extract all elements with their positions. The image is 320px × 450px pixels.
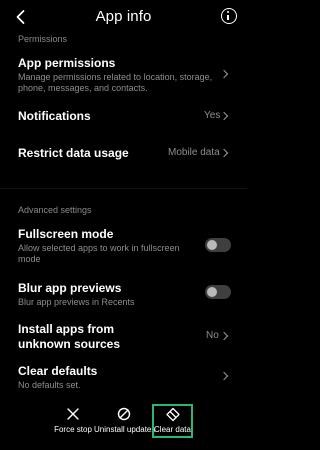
install-unknown-title-1: Install apps from <box>18 322 115 336</box>
clear-defaults-subtitle: No defaults set. <box>18 380 81 390</box>
bottom-action-bar: Force stop Uninstall updates Clear data <box>0 394 247 450</box>
fullscreen-mode-row[interactable]: Fullscreen mode Allow selected apps to w… <box>0 222 247 270</box>
info-icon[interactable] <box>221 8 237 24</box>
install-unknown-value: No <box>206 330 219 341</box>
chevron-right-icon <box>219 69 229 79</box>
fullscreen-mode-subtitle-2: mode <box>18 254 41 264</box>
section-label-advanced: Advanced settings <box>18 205 92 215</box>
app-permissions-title: App permissions <box>18 56 116 70</box>
install-unknown-title-2: unknown sources <box>18 337 121 351</box>
close-x-icon <box>67 408 79 420</box>
install-unknown-sources-row[interactable]: Install apps from unknown sources No <box>0 318 247 354</box>
blur-app-previews-toggle[interactable] <box>205 285 231 299</box>
restrict-data-usage-row[interactable]: Restrict data usage Mobile data <box>0 137 247 167</box>
blur-app-previews-title: Blur app previews <box>18 281 122 295</box>
notifications-title: Notifications <box>18 109 91 123</box>
page-title: App info <box>95 8 152 25</box>
app-permissions-subtitle-2: phone, messages, and contacts. <box>18 83 148 93</box>
top-bar: App info <box>0 0 247 34</box>
restrict-data-usage-value: Mobile data <box>168 147 220 158</box>
fullscreen-mode-subtitle-1: Allow selected apps to work in fullscree… <box>18 243 180 253</box>
blur-app-previews-row[interactable]: Blur app previews Blur app previews in R… <box>0 276 247 312</box>
clear-defaults-row[interactable]: Clear defaults No defaults set. <box>0 360 247 392</box>
section-label-permissions: Permissions <box>18 34 68 44</box>
app-permissions-subtitle-1: Manage permissions related to location, … <box>18 72 213 82</box>
force-stop-button[interactable]: Force stop <box>50 394 96 440</box>
notifications-value: Yes <box>204 110 221 121</box>
notifications-row[interactable]: Notifications Yes <box>0 100 247 130</box>
chevron-right-icon <box>219 111 229 121</box>
chevron-right-icon <box>219 148 229 158</box>
fullscreen-mode-title: Fullscreen mode <box>18 227 114 241</box>
force-stop-label: Force stop <box>54 425 92 434</box>
app-permissions-row[interactable]: App permissions Manage permissions relat… <box>0 50 247 98</box>
chevron-right-icon <box>219 371 229 381</box>
clear-defaults-title: Clear defaults <box>18 364 98 378</box>
blur-app-previews-subtitle: Blur app previews in Recents <box>18 297 135 307</box>
fullscreen-mode-toggle[interactable] <box>205 238 231 252</box>
restrict-data-usage-title: Restrict data usage <box>18 146 129 160</box>
uninstall-updates-button[interactable]: Uninstall updates <box>94 394 156 440</box>
chevron-right-icon <box>219 331 229 341</box>
section-divider <box>0 188 247 189</box>
block-icon <box>117 407 131 421</box>
uninstall-updates-label: Uninstall updates <box>94 425 156 434</box>
clear-data-highlight <box>152 404 193 438</box>
